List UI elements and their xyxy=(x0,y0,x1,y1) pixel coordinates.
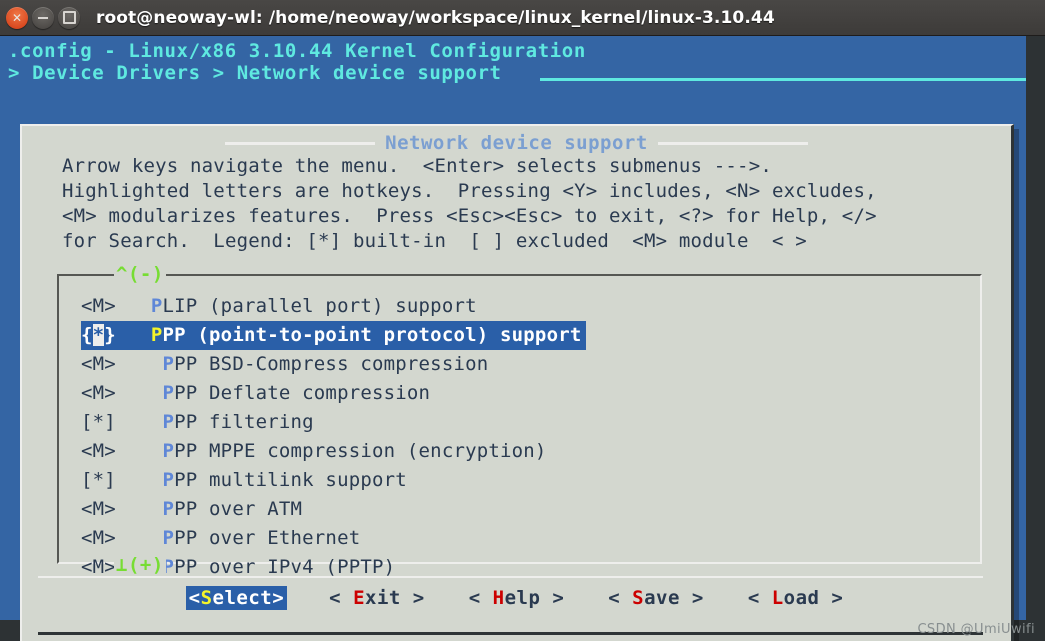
dialog-button-bar: <Select> < Exit > < Help > < Save > < Load > xyxy=(38,576,983,618)
button-label: elect> xyxy=(212,587,285,609)
menu-item-list: <M> PLIP (parallel port) support {*} PPP … xyxy=(81,292,976,582)
menu-item-gap xyxy=(116,527,163,549)
menu-item-marker: <M> xyxy=(81,556,116,578)
menu-item-row[interactable]: <M> PPP MPPE compression (encryption) xyxy=(81,437,547,466)
menu-item-label: PP filtering xyxy=(174,411,314,433)
button-hotkey: E xyxy=(353,587,366,609)
dialog-title: Network device support xyxy=(385,132,648,154)
button-bracket-left: < xyxy=(747,587,772,609)
menu-item-row[interactable]: <M> PPP Deflate compression xyxy=(81,379,430,408)
menu-item-marker: <M> xyxy=(81,440,116,462)
menu-item-label: LIP (parallel port) support xyxy=(162,295,477,317)
terminal-window: ✕ root@neoway-wl: /home/neoway/workspace… xyxy=(0,0,1045,641)
menu-item-marker: <M> xyxy=(81,353,116,375)
menu-item-row[interactable]: <M> PPP BSD-Compress compression xyxy=(81,350,488,379)
menu-item-hotkey: P xyxy=(162,411,175,433)
button-hotkey: L xyxy=(771,587,784,609)
menu-item-marker-end: } xyxy=(104,324,116,346)
scroll-up-indicator[interactable]: ^(-) xyxy=(114,263,166,285)
help-button[interactable]: < Help > xyxy=(467,586,567,610)
button-label: oad > xyxy=(783,587,844,609)
menu-item-hotkey: P xyxy=(162,498,175,520)
menu-item-gap xyxy=(116,411,163,433)
save-button[interactable]: < Save > xyxy=(606,586,706,610)
button-hotkey: S xyxy=(200,587,213,609)
menu-item-hotkey: P xyxy=(162,527,175,549)
menu-item-row[interactable]: <M> PLIP (parallel port) support xyxy=(81,292,477,321)
button-hotkey: H xyxy=(492,587,505,609)
menuconfig-dialog: Network device support Arrow keys naviga… xyxy=(20,124,1014,641)
load-button[interactable]: < Load > xyxy=(746,586,846,610)
select-button[interactable]: <Select> xyxy=(185,586,288,610)
menu-item-hotkey: P xyxy=(150,324,163,346)
dialog-help-text: Arrow keys navigate the menu. <Enter> se… xyxy=(62,155,877,252)
menu-item-marker: <M> xyxy=(81,295,116,317)
window-title: root@neoway-wl: /home/neoway/workspace/l… xyxy=(96,7,775,28)
menu-item-hotkey: P xyxy=(162,382,175,404)
menu-item-label: PP MPPE compression (encryption) xyxy=(174,440,547,462)
scroll-down-indicator[interactable]: ⊥(+) xyxy=(114,554,166,576)
dialog-buttons: <Select> < Exit > < Help > < Save > < Load > xyxy=(185,586,846,610)
menu-item-label: PP multilink support xyxy=(174,469,407,491)
button-label: ave > xyxy=(644,587,704,609)
menu-item-label: PP (point-to-point protocol) support xyxy=(162,324,582,346)
menu-item-row[interactable]: [*] PPP multilink support xyxy=(81,466,407,495)
window-controls: ✕ xyxy=(6,6,84,29)
menu-item-gap xyxy=(116,324,151,346)
menu-item-gap xyxy=(116,498,163,520)
menu-item-label: PP over IPv4 (PPTP) xyxy=(174,556,396,578)
terminal-screen: .config - Linux/x86 3.10.44 Kernel Confi… xyxy=(0,36,1045,641)
maximize-icon[interactable] xyxy=(58,6,80,29)
menu-item-row[interactable]: <M> PPP over Ethernet xyxy=(81,524,360,553)
dialog-title-row: Network device support xyxy=(22,132,1011,154)
menu-item-gap xyxy=(116,469,163,491)
button-bracket-left: < xyxy=(188,587,201,609)
menu-item-row[interactable]: {*} PPP (point-to-point protocol) suppor… xyxy=(81,321,586,350)
menu-item-label: PP Deflate compression xyxy=(174,382,431,404)
title-rule-left xyxy=(225,141,376,145)
menu-item-marker: [*] xyxy=(81,411,116,433)
cursor: * xyxy=(92,324,105,346)
watermark: CSDN @UmiUwifi xyxy=(917,622,1035,637)
menu-item-gap xyxy=(116,295,151,317)
menu-item-hotkey: P xyxy=(162,353,175,375)
breadcrumb: > Device Drivers > Network device suppor… xyxy=(8,62,502,84)
window-titlebar: ✕ root@neoway-wl: /home/neoway/workspace… xyxy=(0,0,1045,36)
menu-item-label: PP over ATM xyxy=(174,498,303,520)
close-icon[interactable]: ✕ xyxy=(6,6,28,29)
menu-item-row[interactable]: <M> PPP over ATM xyxy=(81,495,302,524)
menu-item-marker: <M> xyxy=(81,498,116,520)
button-bracket-left: < xyxy=(468,587,493,609)
menu-item-marker: { xyxy=(81,324,93,346)
kernel-config-title: .config - Linux/x86 3.10.44 Kernel Confi… xyxy=(8,40,586,62)
breadcrumb-rule xyxy=(540,78,1026,81)
button-hotkey: S xyxy=(632,587,645,609)
menu-item-hotkey: P xyxy=(162,440,175,462)
menu-item-gap xyxy=(116,440,163,462)
menu-item-row[interactable]: [*] PPP filtering xyxy=(81,408,314,437)
menu-item-label: PP BSD-Compress compression xyxy=(174,353,489,375)
menu-item-gap xyxy=(116,353,163,375)
menu-item-marker: <M> xyxy=(81,382,116,404)
dialog-bottom-rule xyxy=(38,632,983,635)
button-bracket-left: < xyxy=(329,587,354,609)
menu-item-marker: [*] xyxy=(81,469,116,491)
button-bracket-left: < xyxy=(608,587,633,609)
menu-item-marker: <M> xyxy=(81,527,116,549)
button-label: xit > xyxy=(365,587,425,609)
title-rule-right xyxy=(657,141,808,145)
menu-listbox[interactable]: ^(-) <M> PLIP (parallel port) support {*}… xyxy=(57,263,982,578)
minimize-icon[interactable] xyxy=(32,6,54,29)
exit-button[interactable]: < Exit > xyxy=(327,586,427,610)
menu-item-hotkey: P xyxy=(162,469,175,491)
menu-item-hotkey: P xyxy=(150,295,163,317)
menu-item-label: PP over Ethernet xyxy=(174,527,361,549)
button-label: elp > xyxy=(504,587,565,609)
menu-item-gap xyxy=(116,382,163,404)
